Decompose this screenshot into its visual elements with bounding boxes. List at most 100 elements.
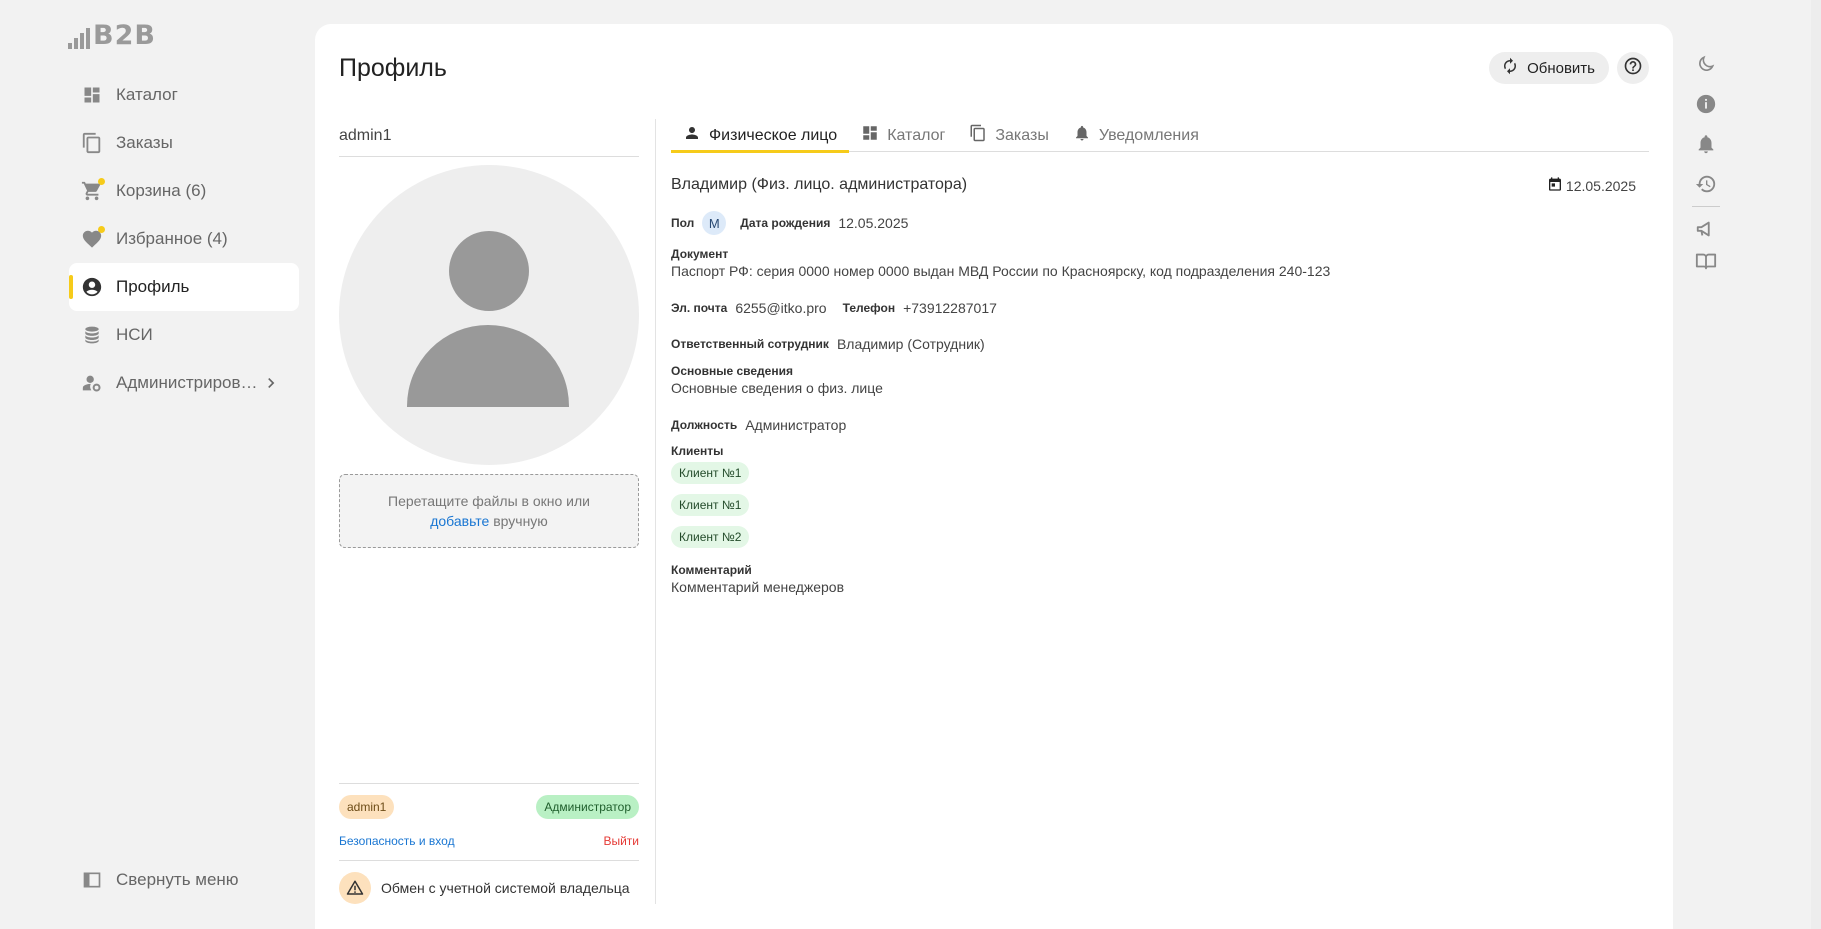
tab-orders[interactable]: Заказы bbox=[957, 119, 1060, 152]
refresh-button[interactable]: Обновить bbox=[1489, 52, 1609, 84]
client-chip[interactable]: Клиент №1 bbox=[671, 462, 750, 484]
avatar-placeholder-body bbox=[407, 325, 569, 407]
sidebar-item-label: Заказы bbox=[116, 133, 173, 152]
page-title: Профиль bbox=[339, 54, 447, 82]
details-panel: Физическое лицо Каталог Заказы Уведомлен… bbox=[671, 119, 1649, 595]
client-chip[interactable]: Клиент №2 bbox=[671, 526, 750, 548]
copy-icon bbox=[969, 124, 987, 147]
comment-field: Комментарий Комментарий менеджеров bbox=[671, 563, 844, 595]
book-icon[interactable] bbox=[1692, 247, 1720, 275]
dropzone-line2: добавьте вручную bbox=[430, 511, 548, 531]
help-button[interactable] bbox=[1617, 52, 1649, 84]
sidebar-item-favorites[interactable]: Избранное (4) bbox=[69, 215, 299, 263]
basic-info-value: Основные сведения о физ. лице bbox=[671, 380, 883, 396]
document-value: Паспорт РФ: серия 0000 номер 0000 выдан … bbox=[671, 263, 1331, 279]
phone-value: +73912287017 bbox=[903, 300, 997, 316]
dashboard-icon bbox=[861, 124, 879, 147]
record-date: 12.05.2025 bbox=[1547, 176, 1636, 195]
refresh-icon bbox=[1501, 57, 1519, 79]
sidebar-item-label: НСИ bbox=[116, 325, 153, 344]
column-divider bbox=[655, 119, 656, 904]
heart-icon bbox=[81, 226, 105, 250]
avatar-placeholder-head bbox=[449, 231, 529, 311]
sidebar-item-administration[interactable]: Администриров… bbox=[69, 359, 299, 407]
responsible-value: Владимир (Сотрудник) bbox=[836, 336, 985, 352]
megaphone-icon[interactable] bbox=[1692, 215, 1720, 243]
sidebar-item-profile[interactable]: Профиль bbox=[69, 263, 299, 311]
info-icon[interactable] bbox=[1692, 90, 1720, 118]
tab-label: Физическое лицо bbox=[709, 126, 838, 144]
profile-links: Безопасность и вход Выйти bbox=[339, 834, 639, 848]
tab-individual[interactable]: Физическое лицо bbox=[671, 119, 850, 153]
dropzone-text: Перетащите файлы в окно или bbox=[388, 493, 590, 509]
calendar-icon bbox=[1547, 176, 1563, 195]
position-value: Администратор bbox=[745, 417, 847, 433]
sync-text: Обмен с учетной системой владельца bbox=[381, 880, 630, 896]
username: admin1 bbox=[339, 119, 639, 157]
dropzone-suffix: вручную bbox=[489, 513, 548, 529]
clients-label: Клиенты bbox=[671, 444, 724, 458]
file-dropzone[interactable]: Перетащите файлы в окно или добавьте вру… bbox=[339, 474, 639, 548]
tab-label: Каталог bbox=[887, 126, 946, 144]
email-label: Эл. почта bbox=[671, 301, 728, 315]
chevron-right-icon[interactable] bbox=[261, 373, 281, 398]
refresh-label: Обновить bbox=[1527, 59, 1595, 77]
bell-icon bbox=[1073, 124, 1091, 147]
sidebar-nav: Каталог Заказы Корзина (6) Избранное (4)… bbox=[69, 71, 299, 407]
bell-icon[interactable] bbox=[1692, 130, 1720, 158]
basic-info-label: Основные сведения bbox=[671, 364, 793, 378]
comment-label: Комментарий bbox=[671, 563, 752, 577]
database-icon bbox=[81, 324, 103, 346]
user-badge: admin1 bbox=[339, 795, 395, 819]
moon-icon[interactable] bbox=[1692, 50, 1720, 78]
account-circle-icon bbox=[81, 276, 103, 298]
basic-info-field: Основные сведения Основные сведения о фи… bbox=[671, 364, 883, 396]
profile-card: Профиль Обновить admin1 Перетащите файлы… bbox=[315, 24, 1673, 929]
history-icon[interactable] bbox=[1692, 170, 1720, 198]
collapse-menu-button[interactable]: Свернуть меню bbox=[69, 856, 299, 904]
logo-bars-icon bbox=[68, 25, 90, 49]
client-list: Клиент №1 Клиент №1 Клиент №2 bbox=[671, 462, 750, 548]
dashboard-icon bbox=[81, 84, 103, 106]
add-files-link[interactable]: добавьте bbox=[430, 513, 489, 529]
warning-icon bbox=[339, 872, 371, 904]
email-value: 6255@itko.pro bbox=[735, 300, 827, 316]
gender-value: М bbox=[702, 211, 727, 235]
birth-value: 12.05.2025 bbox=[838, 215, 909, 231]
sync-status: Обмен с учетной системой владельца bbox=[339, 860, 639, 904]
role-badge: Администратор bbox=[536, 795, 639, 819]
avatar[interactable] bbox=[339, 165, 639, 465]
sidebar-item-label: Профиль bbox=[116, 277, 190, 296]
sidebar-item-nsi[interactable]: НСИ bbox=[69, 311, 299, 359]
record-date-value: 12.05.2025 bbox=[1565, 177, 1636, 194]
tab-label: Заказы bbox=[995, 126, 1049, 144]
logout-link[interactable]: Выйти bbox=[603, 834, 639, 848]
contacts-row: Эл. почта 6255@itko.pro Телефон +7391228… bbox=[671, 300, 997, 316]
gender-birth-row: Пол М Дата рождения 12.05.2025 bbox=[671, 211, 908, 235]
cart-icon bbox=[81, 178, 105, 202]
tab-catalog[interactable]: Каталог bbox=[849, 119, 957, 152]
sidebar-item-catalog[interactable]: Каталог bbox=[69, 71, 299, 119]
tab-notifications[interactable]: Уведомления bbox=[1061, 119, 1211, 152]
page-scrollbar[interactable] bbox=[1811, 0, 1821, 929]
sidebar-item-cart[interactable]: Корзина (6) bbox=[69, 167, 299, 215]
logo-text: B2B bbox=[93, 20, 156, 51]
position-label: Должность bbox=[671, 418, 738, 432]
phone-label: Телефон bbox=[842, 301, 896, 315]
client-chip[interactable]: Клиент №1 bbox=[671, 494, 750, 516]
responsible-row: Ответственный сотрудник Владимир (Сотруд… bbox=[671, 336, 985, 352]
rail-divider bbox=[1692, 206, 1720, 207]
manage-accounts-icon bbox=[81, 372, 103, 394]
help-icon bbox=[1623, 56, 1643, 81]
tabs: Физическое лицо Каталог Заказы Уведомлен… bbox=[671, 119, 1649, 153]
sidebar-item-label: Избранное (4) bbox=[116, 229, 228, 248]
birth-label: Дата рождения bbox=[740, 216, 831, 230]
copy-icon bbox=[81, 132, 103, 154]
tab-label: Уведомления bbox=[1098, 126, 1199, 144]
sidebar-item-orders[interactable]: Заказы bbox=[69, 119, 299, 167]
notification-dot bbox=[98, 226, 105, 233]
position-row: Должность Администратор bbox=[671, 417, 846, 433]
profile-footer: admin1 Администратор Безопасность и вход… bbox=[339, 783, 639, 904]
collapse-menu-label: Свернуть меню bbox=[116, 870, 239, 889]
security-link[interactable]: Безопасность и вход bbox=[339, 834, 455, 848]
